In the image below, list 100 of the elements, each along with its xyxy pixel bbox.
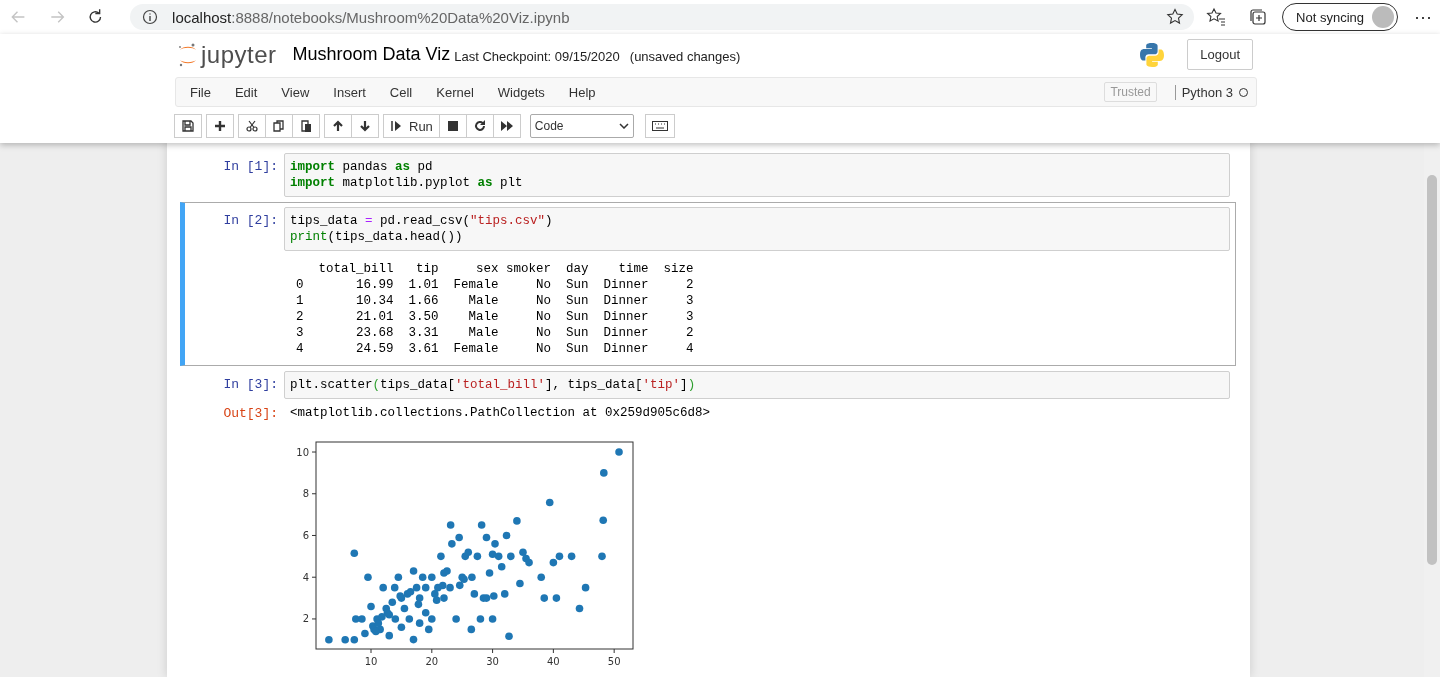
down-arrow-icon xyxy=(358,119,372,133)
menu-item[interactable]: Insert xyxy=(333,80,366,104)
x-tick-label: 40 xyxy=(547,656,560,667)
menu-item[interactable]: Widgets xyxy=(497,80,545,104)
notebook-cell[interactable]: In [1]: import pandas as pd import matplotlib.pyplot as plt xyxy=(180,148,1236,202)
output-line: 1 10.34 1.66 Male No Sun Dinner 3 xyxy=(295,293,694,309)
add-button[interactable] xyxy=(206,114,234,138)
paste-button[interactable] xyxy=(292,114,320,138)
profile-avatar xyxy=(1372,6,1394,28)
favorites-icon[interactable] xyxy=(1206,7,1227,27)
output-line: 3 23.68 3.31 Male No Sun Dinner 2 xyxy=(295,325,694,341)
up-arrow-icon xyxy=(331,119,345,133)
keyboard-button[interactable] xyxy=(644,114,675,138)
y-tick-label: 8 xyxy=(302,488,309,500)
input-prompt: In [3]: xyxy=(222,376,279,394)
scatter-point xyxy=(497,563,506,571)
url-host: localhost xyxy=(172,8,232,26)
scatter-point xyxy=(513,517,521,525)
restart-icon xyxy=(472,119,487,133)
scatter-point xyxy=(452,615,460,623)
x-tick-label: 20 xyxy=(425,656,439,667)
code-editor[interactable]: tips_data = pd.read_csv("tips.csv") print(tips_data.head()) xyxy=(284,207,1230,251)
scatter-point xyxy=(598,552,606,561)
scatter-point xyxy=(575,604,584,613)
scatter-point xyxy=(446,521,455,529)
scatter-point xyxy=(502,531,511,540)
notebook-title[interactable]: Mushroom Data Viz xyxy=(292,44,451,65)
y-tick-label: 10 xyxy=(296,446,309,458)
jupyter-logo-text: jupyter xyxy=(201,40,277,69)
scatter-point xyxy=(537,573,545,581)
scatter-point xyxy=(390,583,399,592)
scatter-point xyxy=(488,550,497,559)
menu-item[interactable]: View xyxy=(281,80,310,104)
address-bar[interactable]: localhost:8888/notebooks/Mushroom%20Data%20Viz.ipynb xyxy=(130,4,1195,30)
scatter-point xyxy=(385,631,394,640)
scatter-point xyxy=(424,625,433,634)
sync-button[interactable]: Not syncing xyxy=(1282,3,1398,31)
menu-item[interactable]: File xyxy=(190,80,211,104)
scatter-point xyxy=(476,615,485,623)
scrollbar-thumb[interactable] xyxy=(1427,175,1437,565)
plus-icon xyxy=(213,119,227,133)
python-logo-icon xyxy=(1139,41,1166,68)
fastforward-button[interactable] xyxy=(492,114,521,138)
scatter-point xyxy=(567,552,576,561)
scatter-point xyxy=(367,602,375,611)
caret-icon xyxy=(618,123,629,129)
scatter-point xyxy=(455,581,464,590)
scatter-point xyxy=(421,583,430,592)
collections-icon[interactable] xyxy=(1248,7,1269,27)
x-tick-label: 30 xyxy=(486,656,499,667)
down-button[interactable] xyxy=(351,114,379,138)
stop-icon xyxy=(445,119,460,133)
scatter-point xyxy=(545,498,554,507)
stop-button[interactable] xyxy=(438,114,467,138)
scatter-point xyxy=(581,583,590,592)
scatter-point xyxy=(473,552,482,561)
info-icon[interactable] xyxy=(142,9,159,25)
paste-icon xyxy=(299,119,313,133)
cut-button[interactable] xyxy=(238,114,266,138)
run-button[interactable]: Run xyxy=(383,114,440,138)
menu-item[interactable]: Cell xyxy=(389,80,413,104)
menu-item[interactable]: Kernel xyxy=(436,80,474,104)
more-menu-button[interactable]: ⋯ xyxy=(1414,6,1432,28)
y-tick-label: 2 xyxy=(302,613,309,625)
output-line: 2 21.01 3.50 Male No Sun Dinner 3 xyxy=(295,309,694,325)
restart-button[interactable] xyxy=(465,114,494,138)
scatter-point xyxy=(414,600,423,609)
scatter-point xyxy=(438,581,447,590)
star-icon[interactable] xyxy=(1166,8,1185,26)
scatter-point xyxy=(600,469,608,477)
save-button[interactable] xyxy=(174,114,202,138)
scatter-point xyxy=(379,583,387,592)
checkpoint-text: Last Checkpoint: 09/15/2020 xyxy=(454,48,620,64)
scatter-point xyxy=(494,552,503,561)
code-editor[interactable]: import pandas as pd import matplotlib.pyplot as plt xyxy=(284,153,1230,197)
autosave-status: (unsaved changes) xyxy=(629,48,741,64)
up-button[interactable] xyxy=(324,114,352,138)
scatter-point xyxy=(540,594,549,602)
save-icon xyxy=(181,119,195,133)
scatter-point xyxy=(388,598,397,607)
menu-item[interactable]: Help xyxy=(568,80,596,104)
scatter-point xyxy=(482,533,491,542)
output-line: 0 16.99 1.01 Female No Sun Dinner 2 xyxy=(295,277,694,293)
menu-item[interactable]: Edit xyxy=(234,80,258,104)
scatter-point xyxy=(400,604,409,613)
code-editor[interactable]: plt.scatter(tips_data['total_bill'], tips_data['tip']) xyxy=(284,371,1230,399)
output-line: 4 24.59 3.61 Female No Sun Dinner 4 xyxy=(295,341,694,357)
notebook-cell[interactable]: In [3]: plt.scatter(tips_data['total_bill'], tips_data['tip']) Out[3]: <matplotlib.collections.PathCollection at 0x259d905c6d8> 10 20 30 40 50 2 4 6 8 10 xyxy=(180,366,1236,677)
input-prompt: In [1]: xyxy=(222,158,279,176)
scatter-point xyxy=(488,615,497,623)
cell-type-dropdown[interactable]: Code xyxy=(529,114,634,138)
kernel-name: Python 3 xyxy=(1174,84,1233,100)
input-prompt: In [2]: xyxy=(222,212,279,230)
copy-button[interactable] xyxy=(265,114,293,138)
scatter-point xyxy=(500,590,509,598)
scatter-point xyxy=(552,594,561,602)
notebook-cell[interactable] xyxy=(180,202,1236,366)
scatter-point xyxy=(507,552,515,561)
logout-button[interactable]: Logout xyxy=(1187,39,1253,70)
output-line: total_bill tip sex smoker day time size xyxy=(317,261,694,277)
